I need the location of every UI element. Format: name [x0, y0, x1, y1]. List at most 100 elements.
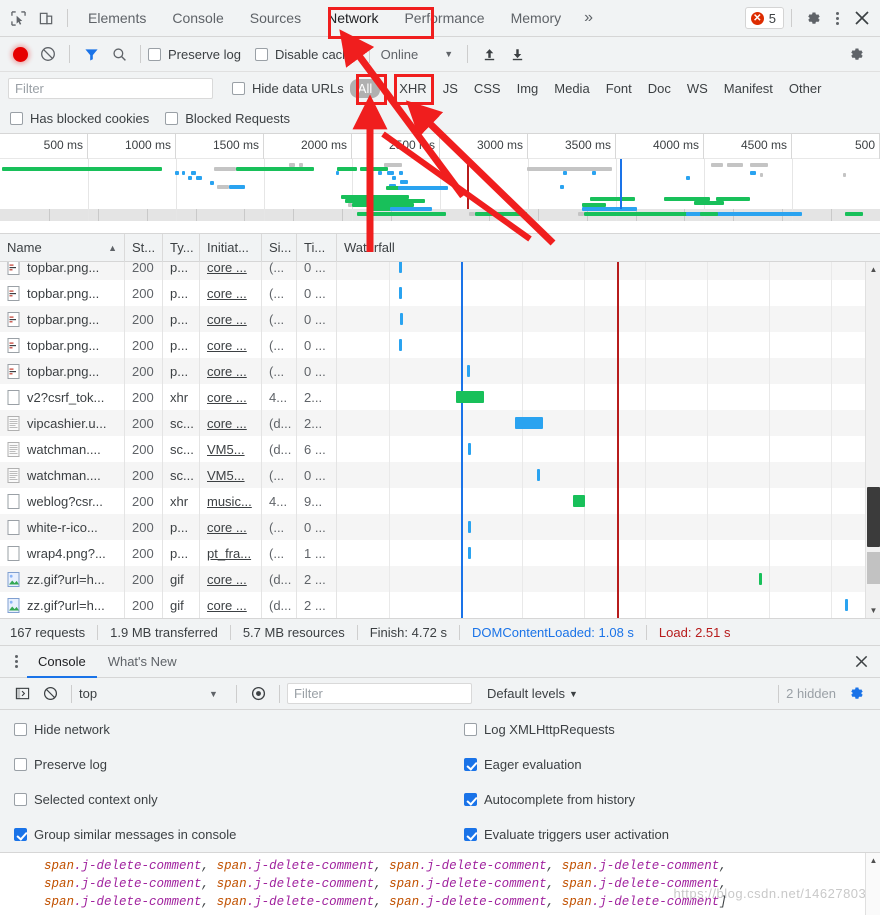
cell-waterfall[interactable]	[337, 436, 880, 462]
initiator-link[interactable]: core ...	[207, 416, 247, 431]
waterfall-bar[interactable]	[468, 443, 471, 455]
cell-initiator[interactable]: core ...	[200, 566, 262, 592]
cell-waterfall[interactable]	[337, 384, 880, 410]
initiator-link[interactable]: core ...	[207, 312, 247, 327]
console-setting-left-1[interactable]: Preserve log	[0, 757, 450, 772]
blocked-requests-checkbox[interactable]: Blocked Requests	[165, 111, 290, 126]
tab-sources[interactable]: Sources	[237, 0, 314, 37]
table-row[interactable]: zz.gif?url=h... 200 gif core ... (d... 2 ...	[0, 566, 880, 592]
upload-har-icon[interactable]	[475, 40, 503, 68]
cell-name[interactable]: vipcashier.u...	[0, 410, 125, 436]
preserve-log-checkbox[interactable]: Preserve log	[148, 47, 241, 62]
console-setting-left-0[interactable]: Hide network	[0, 722, 450, 737]
table-row[interactable]: wrap4.png?... 200 p... pt_fra... (... 1 ...	[0, 540, 880, 566]
cell-waterfall[interactable]	[337, 306, 880, 332]
waterfall-bar[interactable]	[456, 391, 484, 403]
cell-waterfall[interactable]	[337, 280, 880, 306]
initiator-link[interactable]: core ...	[207, 572, 247, 587]
scrollbar-thumb[interactable]	[867, 487, 880, 547]
error-count-badge[interactable]: ✕ 5	[744, 7, 784, 29]
cell-name[interactable]: topbar.png...	[0, 358, 125, 384]
tab-console[interactable]: Console	[159, 0, 236, 37]
scroll-up-icon[interactable]: ▲	[866, 262, 880, 277]
table-row[interactable]: white-r-ico... 200 p... core ... (... 0 ...	[0, 514, 880, 540]
table-row[interactable]: v2?csrf_tok... 200 xhr core ... 4... 2...	[0, 384, 880, 410]
cell-initiator[interactable]: core ...	[200, 280, 262, 306]
cell-name[interactable]: topbar.png...	[0, 280, 125, 306]
inspect-element-icon[interactable]	[4, 4, 32, 32]
cell-waterfall[interactable]	[337, 410, 880, 436]
initiator-link[interactable]: core ...	[207, 262, 247, 275]
cell-initiator[interactable]: core ...	[200, 592, 262, 618]
tab-memory[interactable]: Memory	[498, 0, 575, 37]
cell-initiator[interactable]: core ...	[200, 332, 262, 358]
initiator-link[interactable]: pt_fra...	[207, 546, 251, 561]
column-header-status[interactable]: St...	[125, 233, 163, 262]
cell-name[interactable]: wrap4.png?...	[0, 540, 125, 566]
waterfall-bar[interactable]	[467, 365, 470, 377]
network-filter-input[interactable]: Filter	[8, 77, 213, 99]
column-header-type[interactable]: Ty...	[163, 233, 200, 262]
request-table-body[interactable]: topbar.png... 200 p... core ... (... 0 ... top…	[0, 262, 880, 618]
table-row[interactable]: topbar.png... 200 p... core ... (... 0 ...	[0, 262, 880, 280]
console-filter-input[interactable]: Filter	[287, 683, 472, 704]
cell-initiator[interactable]: core ...	[200, 262, 262, 280]
table-row[interactable]: watchman.... 200 sc... VM5... (d... 6 ...	[0, 436, 880, 462]
table-row[interactable]: topbar.png... 200 p... core ... (... 0 ...	[0, 280, 880, 306]
console-setting-left-2[interactable]: Selected context only	[0, 792, 450, 807]
cell-initiator[interactable]: music...	[200, 488, 262, 514]
cell-name[interactable]: watchman....	[0, 462, 125, 488]
cell-name[interactable]: v2?csrf_tok...	[0, 384, 125, 410]
table-row[interactable]: watchman.... 200 sc... VM5... (... 0 ...	[0, 462, 880, 488]
initiator-link[interactable]: VM5...	[207, 468, 245, 483]
waterfall-bar[interactable]	[573, 495, 585, 507]
cell-waterfall[interactable]	[337, 332, 880, 358]
throttling-select[interactable]: Online ▼	[377, 47, 454, 62]
cell-waterfall[interactable]	[337, 540, 880, 566]
cell-waterfall[interactable]	[337, 592, 880, 618]
waterfall-bar[interactable]	[400, 313, 403, 325]
cell-name[interactable]: zz.gif?url=h...	[0, 592, 125, 618]
initiator-link[interactable]: core ...	[207, 520, 247, 535]
cell-waterfall[interactable]	[337, 514, 880, 540]
console-setting-right-2[interactable]: Autocomplete from history	[450, 792, 880, 807]
close-icon[interactable]	[848, 4, 876, 32]
console-setting-left-3[interactable]: Group similar messages in console	[0, 827, 450, 842]
cell-initiator[interactable]: core ...	[200, 410, 262, 436]
cell-waterfall[interactable]	[337, 262, 880, 280]
table-row[interactable]: topbar.png... 200 p... core ... (... 0 ...	[0, 358, 880, 384]
drawer-tab-console[interactable]: Console	[27, 646, 97, 678]
request-list-scrollbar[interactable]: ▲ ▼	[865, 262, 880, 618]
cell-initiator[interactable]: VM5...	[200, 436, 262, 462]
kebab-menu-icon[interactable]	[827, 11, 848, 25]
waterfall-bar[interactable]	[845, 599, 848, 611]
resource-filter-xhr[interactable]: XHR	[391, 79, 434, 98]
resource-filter-js[interactable]: JS	[435, 79, 466, 98]
clear-console-icon[interactable]	[36, 680, 64, 708]
table-row[interactable]: vipcashier.u... 200 sc... core ... (d... 2...	[0, 410, 880, 436]
cell-name[interactable]: zz.gif?url=h...	[0, 566, 125, 592]
gear-icon[interactable]	[799, 4, 827, 32]
table-row[interactable]: weblog?csr... 200 xhr music... 4... 9...	[0, 488, 880, 514]
drawer-tab-whats-new[interactable]: What's New	[97, 646, 188, 678]
drawer-close-icon[interactable]	[847, 648, 875, 676]
console-levels-select[interactable]: Default levels ▼	[487, 686, 578, 701]
has-blocked-cookies-checkbox[interactable]: Has blocked cookies	[10, 111, 149, 126]
cell-name[interactable]: watchman....	[0, 436, 125, 462]
column-header-name[interactable]: Name ▲	[0, 233, 125, 262]
filter-icon[interactable]	[77, 40, 105, 68]
cell-name[interactable]: weblog?csr...	[0, 488, 125, 514]
chevron-double-right-icon[interactable]: »	[574, 9, 603, 27]
show-console-sidebar-icon[interactable]	[8, 680, 36, 708]
clear-icon[interactable]	[34, 40, 62, 68]
search-icon[interactable]	[105, 40, 133, 68]
resource-filter-doc[interactable]: Doc	[640, 79, 679, 98]
initiator-link[interactable]: core ...	[207, 364, 247, 379]
column-header-waterfall[interactable]: Waterfall	[337, 234, 880, 262]
cell-initiator[interactable]: core ...	[200, 306, 262, 332]
tab-performance[interactable]: Performance	[391, 0, 497, 37]
resource-filter-all[interactable]: All	[349, 78, 381, 98]
console-setting-right-1[interactable]: Eager evaluation	[450, 757, 880, 772]
scrollbar-track-segment[interactable]	[867, 552, 880, 584]
table-row[interactable]: zz.gif?url=h... 200 gif core ... (d... 2 ...	[0, 592, 880, 618]
